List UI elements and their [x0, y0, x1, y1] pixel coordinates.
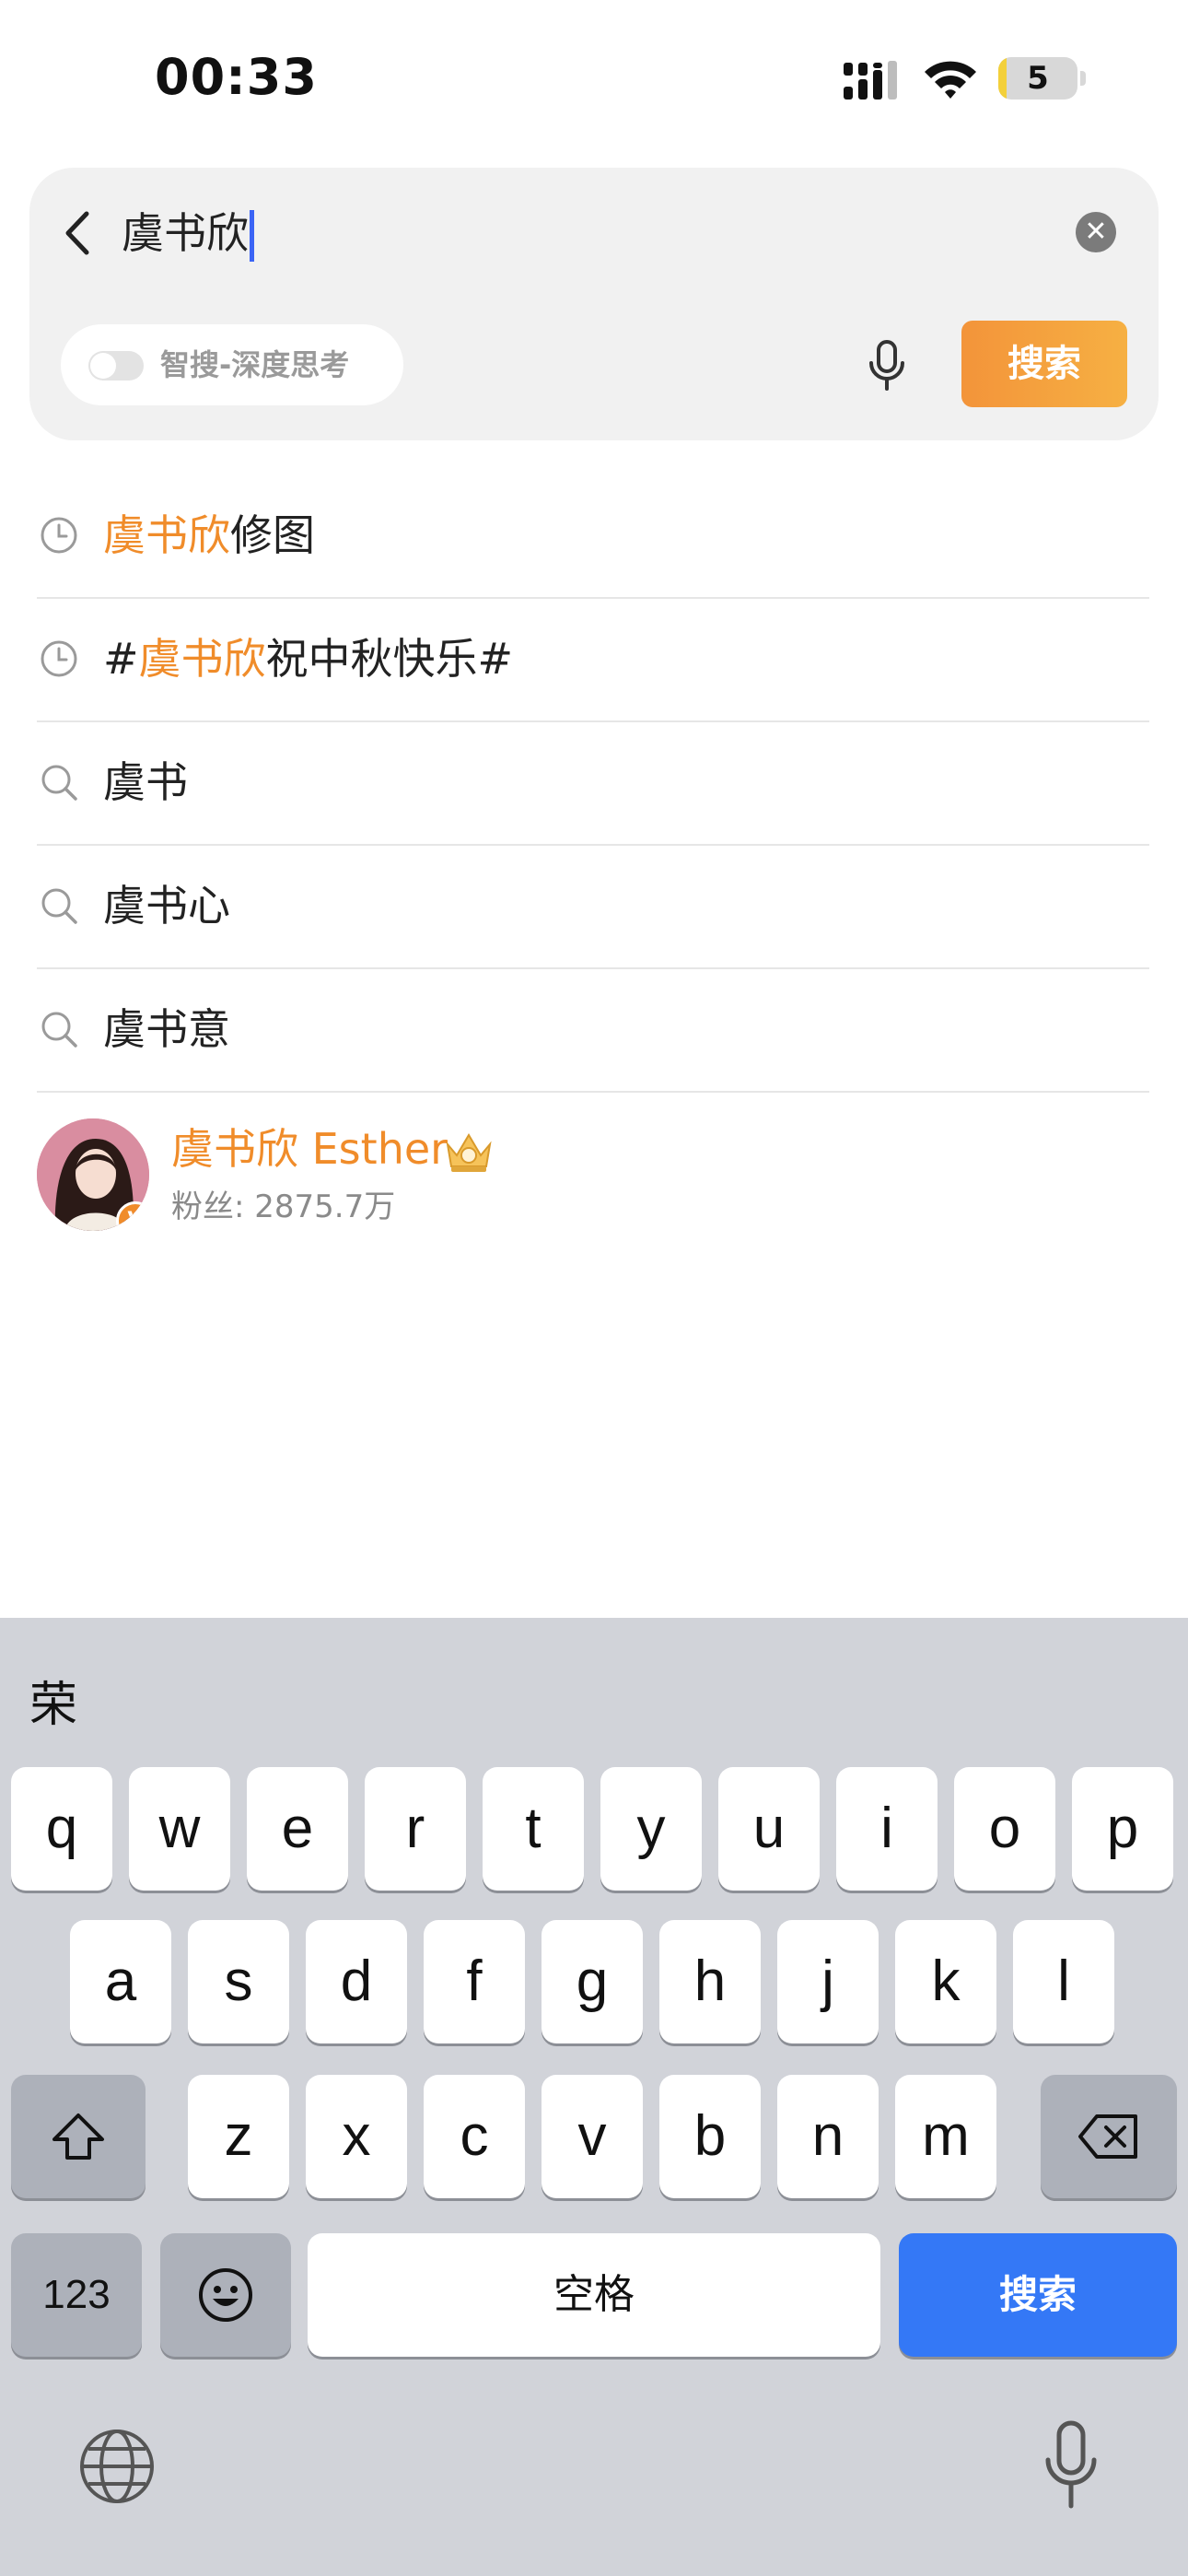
key-n[interactable]: n [777, 2075, 879, 2198]
key-t[interactable]: t [483, 1767, 584, 1891]
key-y[interactable]: y [600, 1767, 702, 1891]
text-caret [250, 210, 254, 262]
suggestion-text: #虞书欣祝中秋快乐# [103, 630, 513, 687]
key-m[interactable]: m [895, 2075, 996, 2198]
key-s[interactable]: s [188, 1920, 289, 2043]
space-key[interactable]: 空格 [308, 2233, 880, 2357]
deep-think-switch[interactable] [88, 351, 144, 381]
key-j[interactable]: j [777, 1920, 879, 2043]
search-icon [41, 1012, 77, 1048]
search-icon [41, 888, 77, 924]
battery-icon: 5 [998, 57, 1087, 101]
return-search-key[interactable]: 搜索 [899, 2233, 1177, 2357]
key-k[interactable]: k [895, 1920, 996, 2043]
key-p[interactable]: p [1072, 1767, 1173, 1891]
shift-icon [52, 2113, 104, 2160]
back-button[interactable] [59, 205, 98, 262]
status-time: 00:33 [155, 48, 318, 106]
key-e[interactable]: e [247, 1767, 348, 1891]
candidate-word[interactable]: 荣 [29, 1666, 77, 1735]
voice-search-icon[interactable] [864, 339, 910, 392]
key-u[interactable]: u [718, 1767, 820, 1891]
suggestion-part: 虞书心 [103, 881, 230, 931]
search-button[interactable]: 搜索 [961, 321, 1127, 407]
key-x[interactable]: x [306, 2075, 407, 2198]
dictation-mic-icon[interactable] [1041, 2419, 1101, 2512]
follower-count: 粉丝: 2875.7万 [171, 1188, 396, 1225]
suggestion-text: 虞书意 [103, 1001, 230, 1058]
suggestion-part: 虞书 [103, 757, 188, 807]
suggestion-item[interactable]: 虞书 [37, 720, 1149, 846]
clear-input-button[interactable]: ✕ [1076, 212, 1116, 252]
suggestion-part: # [103, 634, 139, 684]
avatar: V [37, 1118, 149, 1231]
suggestion-part: 虞书意 [103, 1004, 230, 1054]
key-w[interactable]: w [129, 1767, 230, 1891]
search-icon [41, 765, 77, 801]
suggestion-highlight: 虞书欣 [138, 634, 266, 684]
key-q[interactable]: q [11, 1767, 112, 1891]
key-o[interactable]: o [954, 1767, 1055, 1891]
key-f[interactable]: f [424, 1920, 525, 2043]
user-name: 虞书欣 Esther [171, 1124, 448, 1174]
delete-key[interactable] [1041, 2075, 1177, 2198]
suggestion-item[interactable]: 虞书欣修图 [37, 474, 1149, 599]
backspace-icon [1078, 2114, 1137, 2159]
suggestion-text: 虞书欣修图 [103, 507, 315, 564]
key-a[interactable]: a [70, 1920, 171, 2043]
key-g[interactable]: g [542, 1920, 643, 2043]
suggestion-item[interactable]: 虞书意 [37, 967, 1149, 1093]
deep-think-label: 智搜-深度思考 [160, 347, 350, 382]
battery-level: 5 [1027, 60, 1049, 97]
crown-badge-icon [446, 1133, 492, 1172]
keyboard: 荣 qwertyuiop asdfghjkl zxcvbnm 123 空格 搜索 [0, 1618, 1188, 2576]
key-h[interactable]: h [659, 1920, 761, 2043]
suggestion-text: 虞书 [103, 754, 188, 811]
search-input[interactable]: 虞书欣 [122, 205, 249, 262]
emoji-icon [199, 2268, 252, 2322]
suggestion-item[interactable]: #虞书欣祝中秋快乐# [37, 597, 1149, 722]
history-icon [41, 517, 77, 554]
user-suggestion[interactable]: V 虞书欣 Esther 粉丝: 2875.7万 [37, 1115, 1149, 1235]
key-v[interactable]: v [542, 2075, 643, 2198]
key-b[interactable]: b [659, 2075, 761, 2198]
suggestion-text: 虞书心 [103, 877, 230, 934]
key-z[interactable]: z [188, 2075, 289, 2198]
key-c[interactable]: c [424, 2075, 525, 2198]
suggestion-item[interactable]: 虞书心 [37, 844, 1149, 969]
key-l[interactable]: l [1013, 1920, 1114, 2043]
suggestion-highlight: 虞书欣 [103, 510, 230, 560]
globe-icon[interactable] [76, 2425, 158, 2508]
suggestion-part: 祝中秋快乐# [265, 634, 514, 684]
emoji-key[interactable] [160, 2233, 291, 2357]
wifi-icon [925, 61, 976, 99]
history-icon [41, 640, 77, 677]
key-i[interactable]: i [836, 1767, 938, 1891]
shift-key[interactable] [11, 2075, 146, 2198]
numbers-key[interactable]: 123 [11, 2233, 142, 2357]
cellular-signal-icon [844, 61, 897, 100]
key-r[interactable]: r [365, 1767, 466, 1891]
key-d[interactable]: d [306, 1920, 407, 2043]
suggestion-part: 修图 [230, 510, 315, 560]
